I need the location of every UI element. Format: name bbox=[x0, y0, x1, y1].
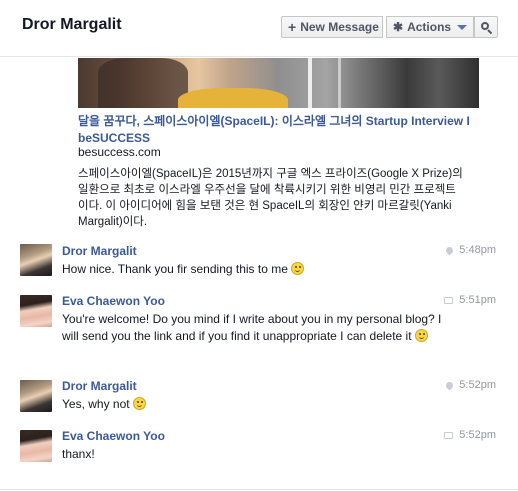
shared-link-title[interactable]: 달을 꿈꾸다, 스페이스아이엘(SpaceIL): 이스라엘 그녀의 Start… bbox=[78, 113, 478, 147]
actions-dropdown-button[interactable]: ✱ Actions bbox=[386, 16, 474, 38]
shared-link-thumbnail[interactable] bbox=[78, 58, 479, 108]
conversation-header: Dror Margalit + New Message ✱ Actions bbox=[0, 0, 518, 57]
message-timestamp: 5:51pm bbox=[459, 294, 496, 306]
search-button[interactable] bbox=[474, 16, 498, 38]
location-pin-icon bbox=[444, 245, 455, 255]
shared-link-domain: besuccess.com bbox=[78, 145, 161, 159]
message-meta: 5:48pm bbox=[444, 244, 496, 256]
message-timestamp: 5:52pm bbox=[459, 379, 496, 391]
avatar[interactable] bbox=[20, 430, 52, 462]
actions-label: Actions bbox=[407, 20, 452, 34]
message-text: Yes, why not bbox=[62, 396, 452, 413]
message-timestamp: 5:52pm bbox=[459, 429, 496, 441]
smiley-emoji-icon bbox=[290, 262, 304, 275]
plus-icon: + bbox=[288, 19, 297, 35]
gear-icon: ✱ bbox=[393, 20, 404, 34]
message-sender[interactable]: Dror Margalit bbox=[62, 379, 137, 393]
chat-bubble-icon bbox=[444, 431, 454, 439]
divider bbox=[0, 489, 518, 490]
message-sender[interactable]: Dror Margalit bbox=[62, 244, 137, 258]
new-message-label: New Message bbox=[300, 20, 379, 34]
message-item: Dror Margalit Yes, why not 5:52pm bbox=[0, 376, 518, 426]
message-item: Dror Margalit How nice. Thank you fir se… bbox=[0, 240, 518, 290]
shared-link-description: 스페이스아이엘(SpaceIL)은 2015년까지 구글 엑스 프라이즈(Goo… bbox=[78, 168, 463, 228]
message-sender[interactable]: Eva Chaewon Yoo bbox=[62, 294, 165, 308]
new-message-button[interactable]: + New Message bbox=[281, 16, 383, 38]
message-text: You're welcome! Do you mind if I write a… bbox=[62, 312, 442, 343]
message-text: thanx! bbox=[62, 447, 95, 461]
conversation-title: Dror Margalit bbox=[22, 16, 122, 33]
location-pin-icon bbox=[444, 380, 455, 390]
avatar[interactable] bbox=[20, 295, 52, 327]
chat-bubble-icon bbox=[444, 296, 454, 304]
smiley-emoji-icon bbox=[414, 329, 428, 342]
message-sender[interactable]: Eva Chaewon Yoo bbox=[62, 429, 165, 443]
message-text: How nice. Thank you fir sending this to … bbox=[62, 261, 452, 278]
avatar[interactable] bbox=[20, 380, 52, 412]
message-meta: 5:52pm bbox=[444, 429, 496, 441]
search-icon bbox=[481, 22, 493, 35]
chevron-down-icon bbox=[457, 24, 468, 30]
message-timestamp: 5:48pm bbox=[459, 244, 496, 256]
avatar[interactable] bbox=[20, 244, 52, 276]
smiley-emoji-icon bbox=[132, 397, 146, 410]
message-meta: 5:52pm bbox=[444, 379, 496, 391]
message-item: Eva Chaewon Yoo thanx! 5:52pm bbox=[0, 426, 518, 476]
message-meta: 5:51pm bbox=[444, 294, 496, 306]
message-item: Eva Chaewon Yoo You're welcome! Do you m… bbox=[0, 291, 518, 361]
